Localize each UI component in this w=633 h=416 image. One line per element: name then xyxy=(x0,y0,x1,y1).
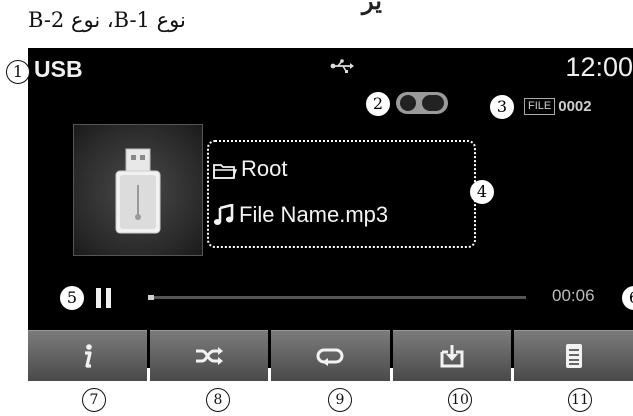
usb-stick-icon xyxy=(115,148,161,234)
page-caption: يز xyxy=(362,0,382,15)
track-info-box: Root File Name.mp3 xyxy=(207,140,476,248)
callout-10: 10 xyxy=(448,388,472,412)
callout-7: 7 xyxy=(82,388,106,412)
callout-11: 11 xyxy=(568,388,592,412)
file-name: File Name.mp3 xyxy=(239,202,389,227)
album-art xyxy=(73,124,203,256)
list-icon xyxy=(565,344,582,368)
shuffle-button[interactable] xyxy=(149,330,269,381)
pause-icon[interactable] xyxy=(94,286,114,314)
repeat-button[interactable] xyxy=(271,330,390,381)
file-row: File Name.mp3 xyxy=(213,202,388,228)
media-dot-icon xyxy=(422,95,444,111)
list-button[interactable] xyxy=(514,330,633,381)
media-dot-icon xyxy=(400,95,416,111)
callout-2: 2 xyxy=(366,92,390,116)
callout-8: 8 xyxy=(206,388,230,412)
repeat-icon xyxy=(317,348,344,366)
copy-button[interactable] xyxy=(392,330,512,381)
folder-icon xyxy=(213,164,238,179)
usb-connected-icon xyxy=(330,58,354,78)
elapsed-time: 00:06 xyxy=(552,286,595,305)
progress-bar[interactable] xyxy=(148,295,526,300)
folder-name: Root xyxy=(241,156,288,181)
music-note-icon xyxy=(213,203,234,225)
variant-label: نوع B-1، نوع B-2 xyxy=(28,8,186,32)
media-type-indicator xyxy=(396,92,448,114)
callout-5: 5 xyxy=(60,286,84,310)
file-index: FILE 0002 xyxy=(524,97,592,115)
info-icon xyxy=(85,344,93,368)
shuffle-icon xyxy=(195,347,223,365)
download-icon xyxy=(440,345,464,368)
callout-3: 3 xyxy=(490,95,514,119)
progress-fill xyxy=(148,295,154,300)
clock: 12:00 xyxy=(565,52,633,82)
info-button[interactable] xyxy=(28,330,147,381)
callout-4: 4 xyxy=(470,180,494,204)
source-label: USB xyxy=(34,56,83,82)
file-tag: FILE xyxy=(524,97,556,115)
callout-1: 1 xyxy=(6,60,30,84)
callout-9: 9 xyxy=(328,388,352,412)
folder-row: Root xyxy=(213,156,287,182)
softkey-bar xyxy=(28,330,633,384)
file-number: 0002 xyxy=(558,97,592,115)
